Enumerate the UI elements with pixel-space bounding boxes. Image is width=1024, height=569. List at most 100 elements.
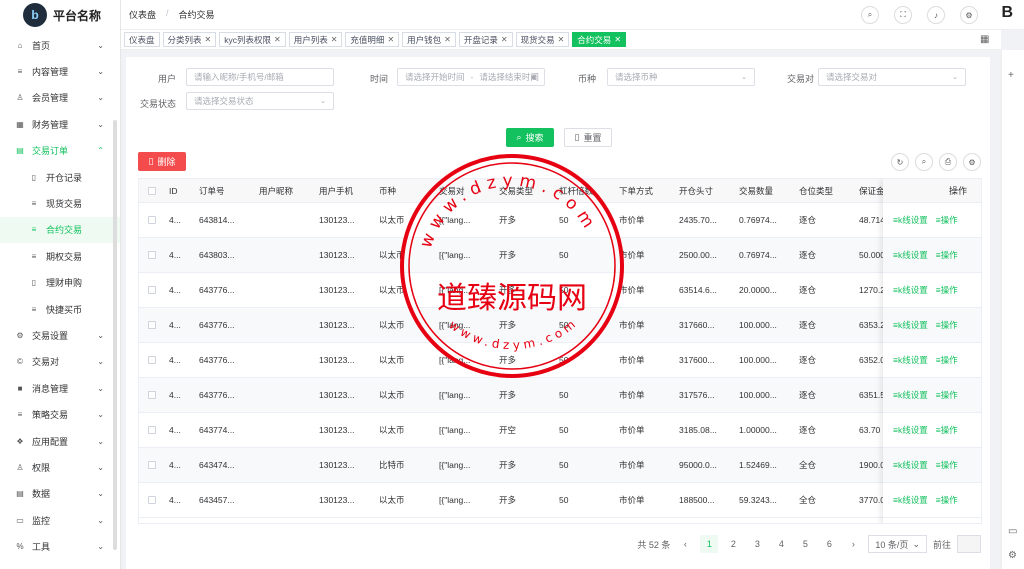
tag-item[interactable]: 充值明细 ✕ (345, 32, 400, 47)
gear-icon[interactable]: ⚙ (960, 6, 978, 24)
tag-item[interactable]: 开盘记录 ✕ (458, 32, 513, 47)
sidebar-item[interactable]: ≡ 内容管理 ⌄ (0, 58, 120, 84)
coin-select[interactable]: 请选择币种 ⌄ (607, 68, 755, 86)
goto-input[interactable] (957, 535, 981, 553)
sidebar-item[interactable]: ■ 消息管理 ⌄ (0, 375, 120, 401)
print-icon[interactable]: ⎙ (939, 153, 957, 171)
row-checkbox[interactable] (148, 356, 156, 364)
table-row[interactable]: 4... 643803... 130123... 以太币 [{"lang... 开多 50 市… (139, 238, 981, 273)
close-icon[interactable]: ✕ (274, 35, 281, 44)
sidebar-item[interactable]: © 交易对 ⌄ (0, 349, 120, 375)
column-header[interactable]: 杠杆倍数 (559, 185, 619, 197)
operate-link[interactable]: ≡操作 (936, 284, 958, 296)
page-size-select[interactable]: 10 条/页 ⌄ (868, 535, 927, 553)
page-button[interactable]: 4 (772, 535, 790, 553)
row-checkbox[interactable] (148, 321, 156, 329)
table-row[interactable]: 4... 643776... 130123... 以太币 [{"lang... 开多 50 市… (139, 308, 981, 343)
column-header[interactable]: 交易类型 (499, 185, 559, 197)
operate-link[interactable]: ≡操作 (936, 319, 958, 331)
row-checkbox[interactable] (148, 251, 156, 259)
breadcrumb-item-dashboard[interactable]: 仪表盘 (129, 8, 156, 21)
sidebar-item[interactable]: ▤ 交易订单 ⌃ (0, 138, 120, 164)
column-header[interactable]: 用户昵称 (259, 185, 319, 197)
column-header[interactable]: 用户手机 (319, 185, 379, 197)
kline-settings-link[interactable]: ≡k线设置 (893, 214, 928, 226)
row-checkbox[interactable] (148, 461, 156, 469)
search-icon[interactable]: ⌕ (915, 153, 933, 171)
row-checkbox[interactable] (148, 286, 156, 294)
close-icon[interactable]: ✕ (558, 35, 565, 44)
sidebar-item[interactable]: ❖ 应用配置 ⌄ (0, 428, 120, 454)
table-row[interactable]: 4... 643474... 130123... 比特币 [{"lang... 开多 50 市… (139, 448, 981, 483)
sidebar-item[interactable]: ≡ 期权交易 (0, 243, 120, 269)
row-checkbox[interactable] (148, 216, 156, 224)
close-icon[interactable]: ✕ (501, 35, 508, 44)
column-header[interactable]: 订单号 (199, 185, 259, 197)
tag-item[interactable]: 仪表盘 (124, 32, 160, 47)
next-page-button[interactable]: › (844, 535, 862, 553)
sidebar-item[interactable]: ▯ 理财申购 (0, 270, 120, 296)
kline-settings-link[interactable]: ≡k线设置 (893, 284, 928, 296)
page-button[interactable]: 1 (700, 535, 719, 553)
monitor-icon[interactable]: ▭ (1008, 526, 1017, 537)
sidebar-item[interactable]: ≡ 合约交易 (0, 216, 120, 244)
time-range-input[interactable]: 请选择开始时间 - 请选择结束时间 ▣ (397, 68, 545, 86)
pair-select[interactable]: 请选择交易对 ⌄ (818, 68, 966, 86)
search-icon[interactable]: ⌕ (861, 6, 879, 24)
kline-settings-link[interactable]: ≡k线设置 (893, 354, 928, 366)
column-header[interactable]: 下单方式 (619, 185, 679, 197)
operate-link[interactable]: ≡操作 (936, 354, 958, 366)
delete-button[interactable]: ▯ 删除 (138, 152, 186, 171)
column-header[interactable]: 开仓头寸 (679, 185, 739, 197)
column-header[interactable]: 币种 (379, 185, 439, 197)
operate-link[interactable]: ≡操作 (936, 424, 958, 436)
kline-settings-link[interactable]: ≡k线设置 (893, 494, 928, 506)
search-button[interactable]: ⌕ 搜索 (506, 128, 554, 147)
tag-item[interactable]: 用户钱包 ✕ (402, 32, 456, 47)
sidebar-item[interactable]: ⌂ 首页 ⌄ (0, 32, 120, 58)
column-header[interactable]: 交易对 (439, 185, 499, 197)
refresh-icon[interactable]: ↻ (891, 153, 909, 171)
select-all-checkbox[interactable] (148, 186, 156, 195)
sidebar-scrollbar[interactable] (113, 120, 117, 550)
operate-link[interactable]: ≡操作 (936, 249, 958, 261)
row-checkbox[interactable] (148, 426, 156, 434)
sidebar-item[interactable]: ♙ 权限 ⌄ (0, 454, 120, 480)
sidebar-item[interactable]: ≡ 现货交易 (0, 190, 120, 216)
table-row[interactable]: 4... 643776... 130123... 以太币 [{"lang... 开多 50 市… (139, 273, 981, 308)
sidebar-item[interactable]: ≡ 策略交易 ⌄ (0, 401, 120, 427)
kline-settings-link[interactable]: ≡k线设置 (893, 424, 928, 436)
page-button[interactable]: 6 (820, 535, 838, 553)
grid-icon[interactable]: ▦ (980, 34, 989, 45)
gear-icon[interactable]: ⚙ (1008, 550, 1017, 561)
operate-link[interactable]: ≡操作 (936, 214, 958, 226)
status-select[interactable]: 请选择交易状态 ⌄ (186, 92, 334, 110)
prev-page-button[interactable]: ‹ (676, 535, 694, 553)
tag-item[interactable]: 合约交易 ✕ (572, 32, 627, 47)
sidebar-item[interactable]: ▯ 开仓记录 (0, 164, 120, 190)
page-button[interactable]: 2 (724, 535, 742, 553)
table-row[interactable]: 4... 643776... 130123... 以太币 [{"lang... 开多 50 市… (139, 343, 981, 378)
sidebar-item[interactable]: ▤ 数据 ⌄ (0, 481, 120, 507)
gear-icon[interactable]: ⚙ (963, 153, 981, 171)
table-row[interactable]: 4... 643457... 130123... 以太币 [{"lang... 开多 50 市… (139, 483, 981, 518)
kline-settings-link[interactable]: ≡k线设置 (893, 249, 928, 261)
row-checkbox[interactable] (148, 496, 156, 504)
close-icon[interactable]: ✕ (387, 35, 394, 44)
close-icon[interactable]: ✕ (614, 35, 621, 44)
tag-item[interactable]: 分类列表 ✕ (162, 32, 217, 47)
sidebar-item[interactable]: ▭ 监控 ⌄ (0, 507, 120, 533)
table-row[interactable]: 4... 643774... 130123... 以太币 [{"lang... 开空 50 市… (139, 413, 981, 448)
tag-item[interactable]: 用户列表 ✕ (288, 32, 343, 47)
close-icon[interactable]: ✕ (205, 35, 212, 44)
column-header[interactable]: 仓位类型 (799, 185, 859, 197)
kline-settings-link[interactable]: ≡k线设置 (893, 389, 928, 401)
kline-settings-link[interactable]: ≡k线设置 (893, 459, 928, 471)
page-button[interactable]: 3 (748, 535, 766, 553)
plus-icon[interactable]: + (1008, 70, 1014, 81)
sidebar-item[interactable]: ≡ 快捷买币 (0, 296, 120, 322)
tag-item[interactable]: 现货交易 ✕ (515, 32, 570, 47)
sidebar-item[interactable]: ⚙ 交易设置 ⌄ (0, 322, 120, 348)
close-icon[interactable]: ✕ (331, 35, 338, 44)
operate-link[interactable]: ≡操作 (936, 494, 958, 506)
